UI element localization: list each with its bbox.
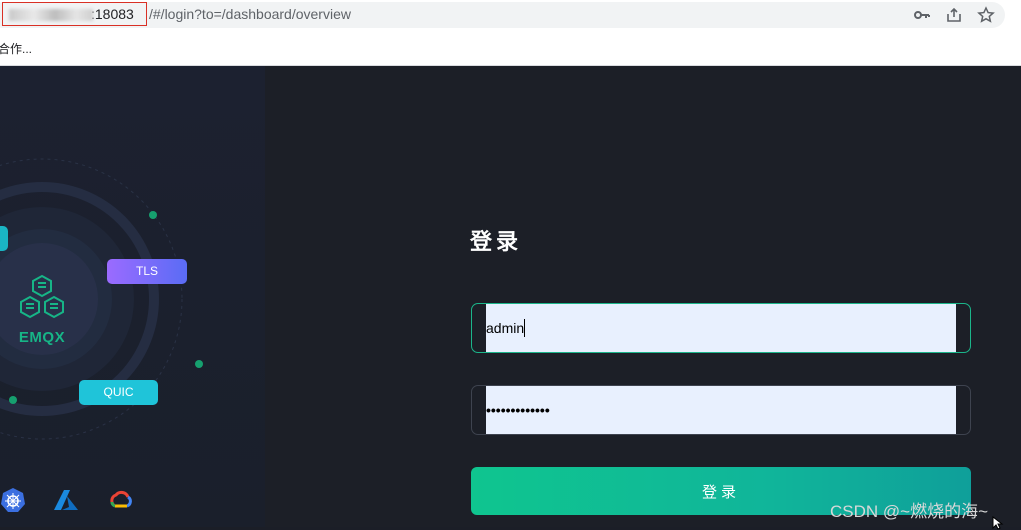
emqx-brand: EMQX xyxy=(18,329,66,346)
azure-icon xyxy=(52,486,80,514)
bookmark-item[interactable]: 合作... xyxy=(0,40,32,57)
url-port: :18083 xyxy=(91,6,134,22)
bookmarks-bar: 合作... xyxy=(0,32,1021,66)
username-field[interactable] xyxy=(471,303,971,353)
watermark: CSDN @~燃烧的海~ xyxy=(830,502,989,521)
share-icon[interactable] xyxy=(945,6,963,24)
mouse-pointer-icon xyxy=(992,516,1004,530)
url-host[interactable]: :18083 xyxy=(2,2,147,26)
autofill-background xyxy=(486,386,956,434)
redacted-host xyxy=(9,9,93,22)
password-field[interactable]: ••••••••••••• xyxy=(471,385,971,435)
hero-illustration xyxy=(0,158,203,440)
key-icon[interactable] xyxy=(913,6,931,24)
protocol-chip-partial xyxy=(0,226,8,251)
text-caret xyxy=(524,319,525,337)
star-icon[interactable] xyxy=(977,6,995,24)
url-path[interactable]: /#/login?to=/dashboard/overview xyxy=(149,2,351,26)
password-input[interactable]: ••••••••••••• xyxy=(486,386,550,434)
hero-panel: EMQX TLS QUIC xyxy=(0,66,265,527)
quic-chip: QUIC xyxy=(79,380,158,405)
google-cloud-icon xyxy=(107,486,135,514)
browser-address-bar: :18083 /#/login?to=/dashboard/overview xyxy=(0,0,1021,32)
kubernetes-icon xyxy=(0,486,27,514)
login-title: 登录 xyxy=(470,229,523,254)
username-input[interactable] xyxy=(486,304,956,352)
login-page: EMQX TLS QUIC 登录 ••••••••••••• 登录 xyxy=(0,66,1021,527)
login-panel: 登录 ••••••••••••• 登录 xyxy=(265,66,1021,527)
tls-chip: TLS xyxy=(107,259,187,284)
